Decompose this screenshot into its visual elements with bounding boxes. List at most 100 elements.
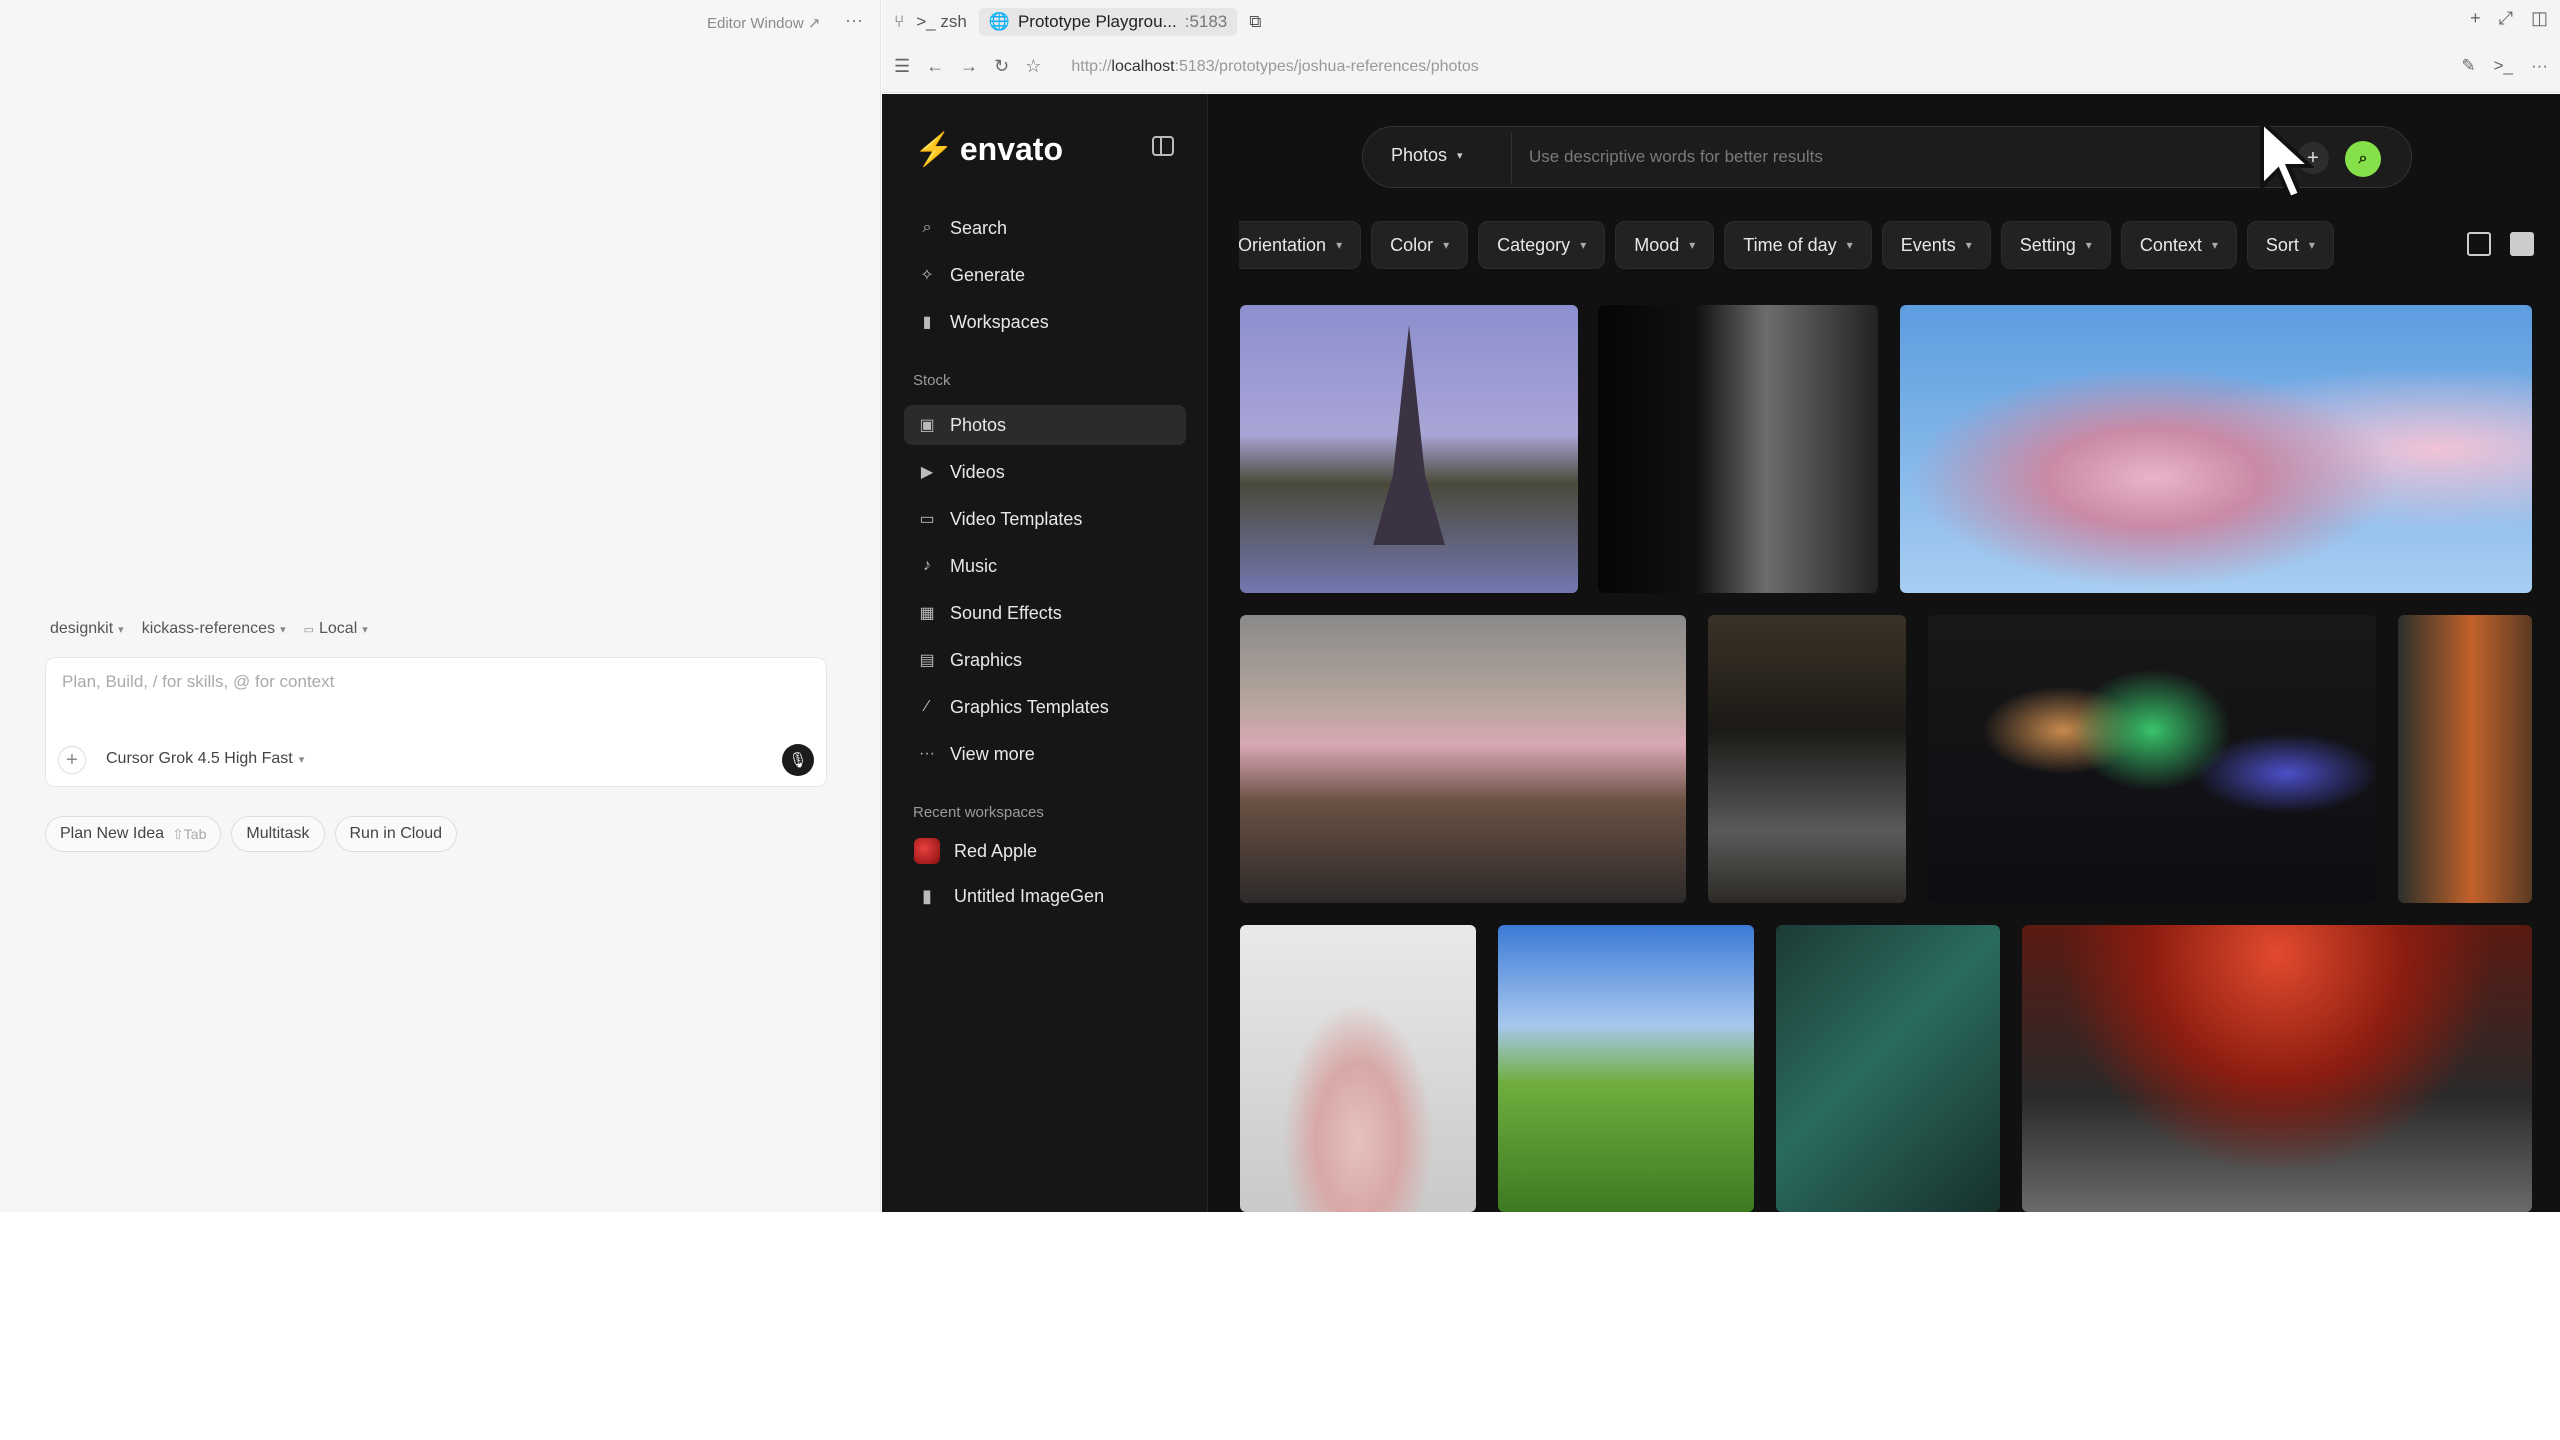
plan-new-idea-button[interactable]: Plan New Idea ⇧Tab <box>45 816 222 852</box>
photo-cats[interactable] <box>1708 615 1906 903</box>
sidebar-item-label: Video Templates <box>950 508 1083 529</box>
chevron-down-icon: ▾ <box>362 623 368 636</box>
photo-eiffel-tower[interactable] <box>1240 305 1578 593</box>
filter-context[interactable]: Context ▾ <box>2120 221 2237 269</box>
sidebar-item-view-more[interactable]: ··· View more <box>904 734 1186 774</box>
search-icon: ⌕ <box>922 219 932 236</box>
layout-toggle-icon[interactable] <box>2467 232 2491 256</box>
photo-autumn-forest[interactable] <box>2398 615 2532 903</box>
pill-label: Multitask <box>246 825 310 842</box>
url-prefix: http:// <box>1071 57 1112 75</box>
sidebar-item-photos[interactable]: ▣ Photos <box>904 405 1186 445</box>
sidebar-item-label: Search <box>950 217 1008 238</box>
split-view-icon[interactable]: ◫ <box>2531 8 2548 29</box>
sidebar-item-video-templates[interactable]: ▭ Video Templates <box>904 499 1186 539</box>
photo-green-car[interactable] <box>1776 925 2000 1212</box>
add-context-button[interactable]: + <box>58 746 86 774</box>
filter-sort[interactable]: Sort ▾ <box>2246 221 2334 269</box>
collapse-sidebar-icon[interactable] <box>1152 136 1174 156</box>
terminal-icon[interactable]: >_ <box>2494 56 2513 76</box>
photo-man-portrait[interactable] <box>1598 305 1878 593</box>
sidebar-item-label: Sound Effects <box>950 602 1062 623</box>
pill-label: Run in Cloud <box>349 825 443 842</box>
chevron-down-icon: ▾ <box>118 623 124 636</box>
chevron-down-icon: ▾ <box>1846 238 1853 252</box>
filter-events[interactable]: Events ▾ <box>1881 221 1991 269</box>
recent-workspaces-label: Recent workspaces <box>913 804 1044 821</box>
quick-actions: Plan New Idea ⇧Tab Multitask Run in Cloud <box>45 816 457 852</box>
prompt-composer[interactable]: Plan, Build, / for skills, @ for context… <box>45 657 827 787</box>
filter-label: Events <box>1900 234 1956 255</box>
more-icon: ··· <box>919 745 935 762</box>
filter-mood[interactable]: Mood ▾ <box>1615 221 1715 269</box>
sidebar-item-workspaces[interactable]: ▮ Workspaces <box>904 302 1186 342</box>
prompt-placeholder[interactable]: Plan, Build, / for skills, @ for context <box>62 672 334 692</box>
filter-orientation[interactable]: Orientation ▾ <box>1239 221 1362 269</box>
more-options-icon[interactable]: ··· <box>845 10 863 31</box>
model-selector[interactable]: Cursor Grok 4.5 High Fast ▾ <box>106 750 304 768</box>
pill-label: Plan New Idea <box>60 825 165 842</box>
pen-icon[interactable]: ✎ <box>2461 56 2475 76</box>
graphics-icon: ▤ <box>919 652 935 669</box>
photo-green-valley[interactable] <box>1498 925 1754 1212</box>
navigation-bar: ☰ ← → ↻ ☆ http://localhost:5183/prototyp… <box>894 56 1479 77</box>
photo-woman-hoodie[interactable] <box>1240 925 1476 1212</box>
filter-label: Time of day <box>1743 234 1837 255</box>
reload-icon[interactable]: ↻ <box>994 56 1009 77</box>
brand-name: envato <box>959 130 1063 167</box>
sidebar-item-label: View more <box>950 743 1035 764</box>
forward-icon[interactable]: → <box>960 56 978 77</box>
search-type-dropdown[interactable]: Photos ▾ <box>1391 145 1463 166</box>
tab-prototype[interactable]: 🌐 Prototype Playgrou...:5183 <box>978 8 1238 36</box>
agent-pane: Editor Window ↗ ··· designkit ▾ kickass-r… <box>0 0 881 1212</box>
workspace-selector[interactable]: designkit ▾ <box>50 620 124 638</box>
collection-icon[interactable] <box>2510 232 2534 256</box>
more-icon[interactable]: ··· <box>2531 56 2548 76</box>
search-submit-button[interactable]: ⌕ <box>2345 141 2381 177</box>
new-tab-icon[interactable]: + <box>2470 8 2481 29</box>
photo-subway-escalator[interactable] <box>2022 925 2532 1212</box>
sidebar-item-generate[interactable]: ✧ Generate <box>904 255 1186 295</box>
sidebar-item-music[interactable]: ♪ Music <box>904 546 1186 586</box>
envato-logo[interactable]: ⚡ envato <box>914 130 1063 168</box>
star-icon[interactable]: ☆ <box>1025 56 1041 77</box>
browser-actions: ✎ >_ ··· <box>2461 56 2548 76</box>
editor-window-link[interactable]: Editor Window ↗ <box>707 14 820 32</box>
search-input[interactable]: Use descriptive words for better results <box>1529 147 1823 167</box>
back-icon[interactable]: ← <box>926 56 944 77</box>
terminal-tab[interactable]: >_ zsh <box>916 12 967 32</box>
branch-selector[interactable]: kickass-references ▾ <box>142 620 286 638</box>
sidebar-item-label: Photos <box>950 414 1007 435</box>
copy-icon[interactable]: ⧉ <box>1249 12 1261 32</box>
filter-time-of-day[interactable]: Time of day ▾ <box>1724 221 1872 269</box>
photo-cherry-blossom[interactable] <box>1900 305 2532 593</box>
sidebar-item-graphics[interactable]: ▤ Graphics <box>904 640 1186 680</box>
photo-lego-minecraft[interactable] <box>1928 615 2376 903</box>
run-in-cloud-button[interactable]: Run in Cloud <box>334 816 457 852</box>
branch-icon[interactable]: ⑂ <box>894 12 904 32</box>
recent-workspace-untitled[interactable]: ▮ Untitled ImageGen <box>914 886 1104 907</box>
workspace-label: Untitled ImageGen <box>954 886 1105 906</box>
env-selector[interactable]: ▭ Local ▾ <box>304 620 368 638</box>
sidebar-item-graphics-templates[interactable]: ⁄ Graphics Templates <box>904 687 1186 727</box>
multitask-button[interactable]: Multitask <box>231 816 325 852</box>
filter-setting[interactable]: Setting ▾ <box>2000 221 2111 269</box>
filter-category[interactable]: Category ▾ <box>1478 221 1606 269</box>
microphone-button[interactable]: 🎙 <box>782 744 814 776</box>
photo-icon: ▣ <box>919 417 935 434</box>
expand-icon[interactable]: ⤢ <box>2499 8 2513 29</box>
recent-workspace-red-apple[interactable]: Red Apple <box>914 838 1037 864</box>
sidebar-item-sound-effects[interactable]: ▦ Sound Effects <box>904 593 1186 633</box>
chevron-down-icon: ▾ <box>2211 238 2218 252</box>
filter-label: Sort <box>2265 234 2299 255</box>
photo-parade[interactable] <box>1240 615 1686 903</box>
list-icon[interactable]: ☰ <box>894 56 910 77</box>
address-bar[interactable]: http://localhost:5183/prototypes/joshua-… <box>1071 58 1478 76</box>
video-icon: ▶ <box>920 464 934 481</box>
filter-color[interactable]: Color ▾ <box>1371 221 1469 269</box>
chevron-down-icon: ▾ <box>1580 238 1587 252</box>
chevron-down-icon: ▾ <box>280 623 286 636</box>
sidebar-item-videos[interactable]: ▶ Videos <box>904 452 1186 492</box>
sidebar-item-label: Workspaces <box>950 311 1049 332</box>
sidebar-item-search[interactable]: ⌕ Search <box>904 208 1186 248</box>
